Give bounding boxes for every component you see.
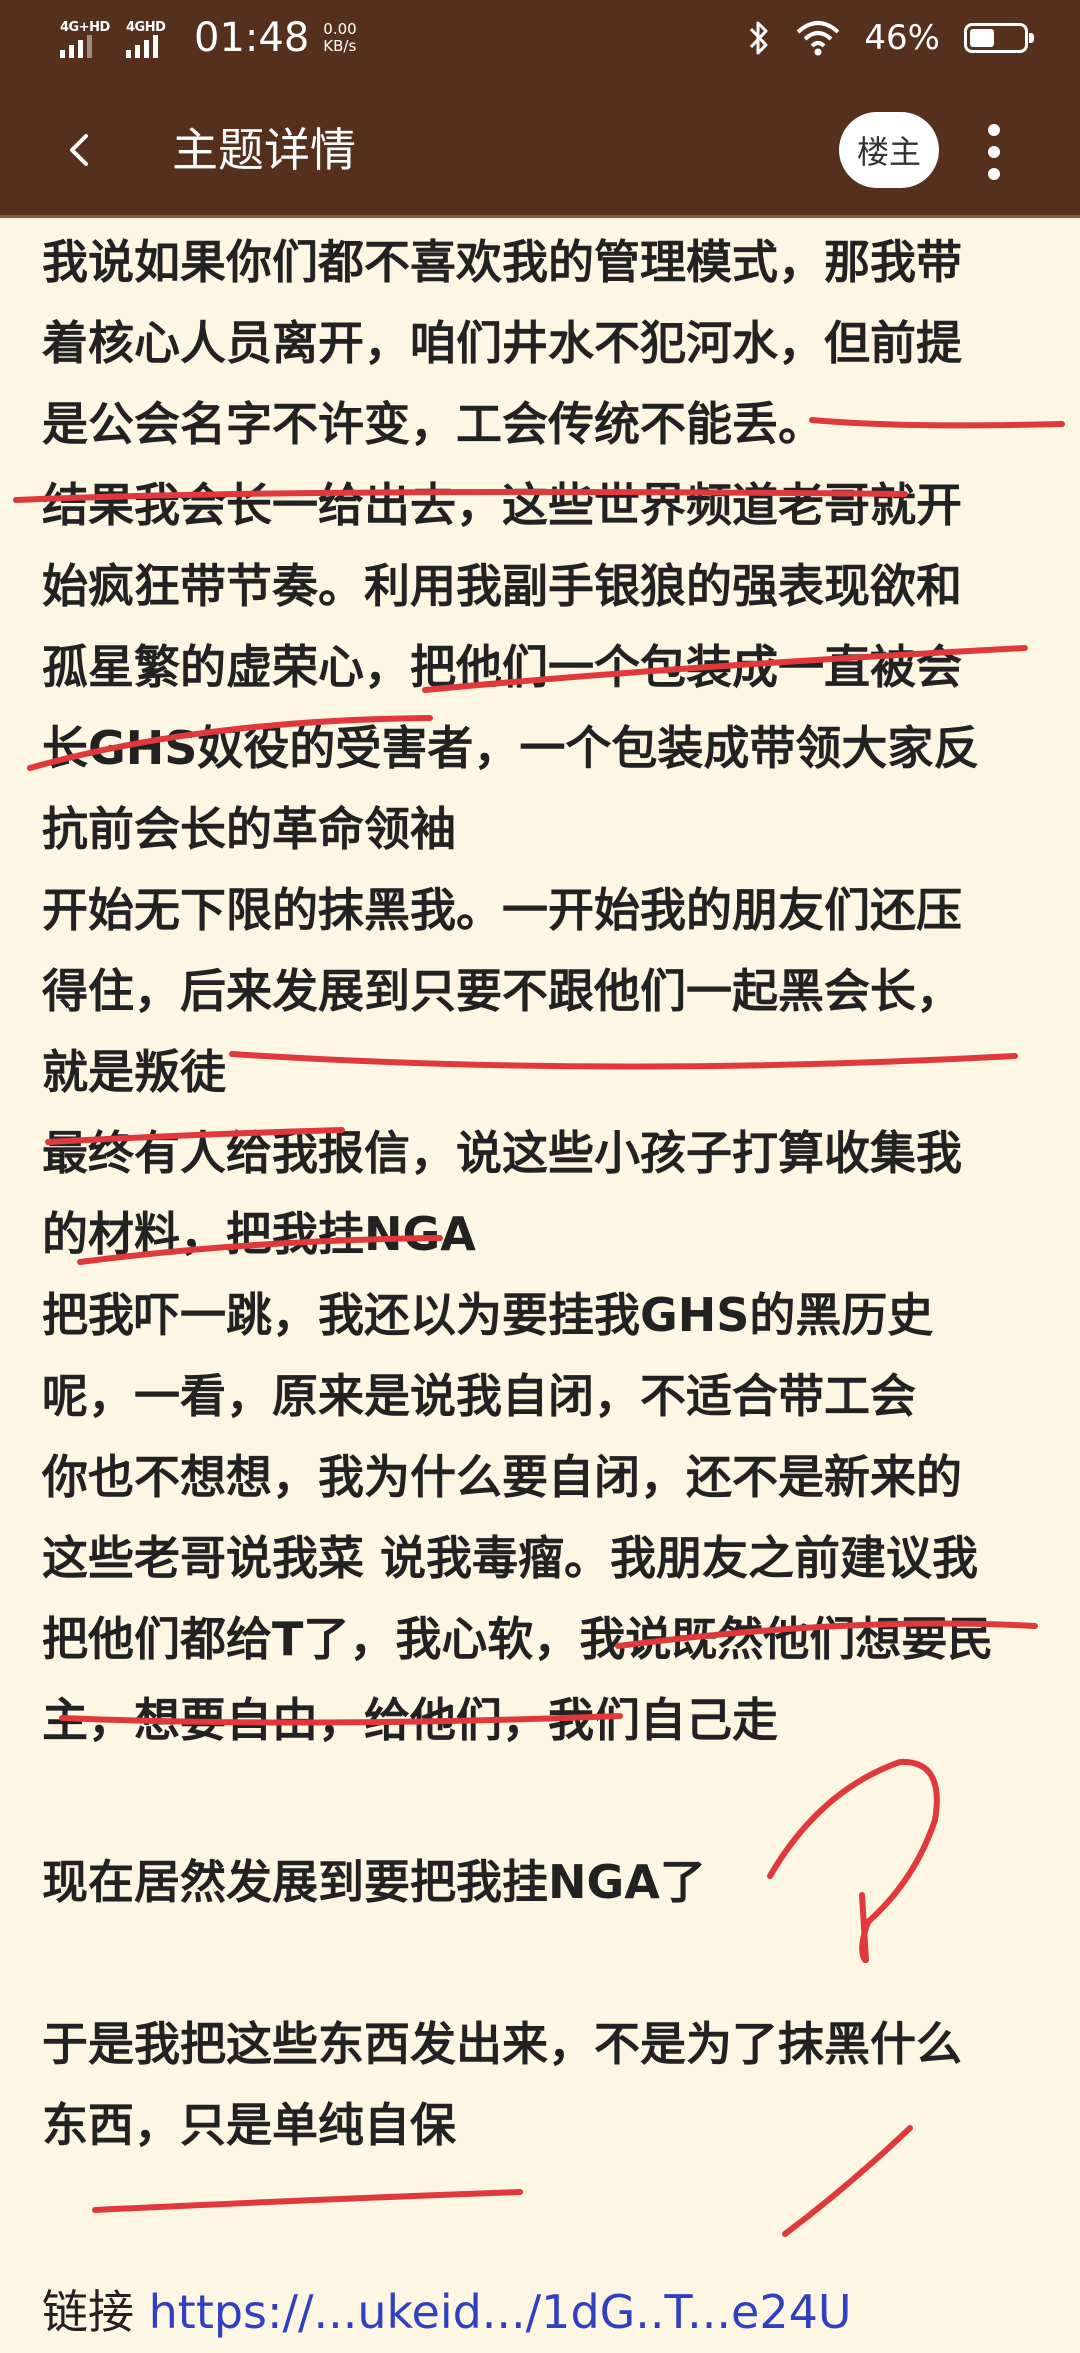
status-bar: 4G+HD 4GHD 01:48 0.00 KB/s 46% bbox=[0, 0, 1080, 82]
wifi-icon bbox=[797, 21, 840, 56]
status-right: 46% bbox=[746, 18, 1034, 58]
post-line bbox=[42, 1761, 1052, 1842]
post-line bbox=[42, 1923, 1052, 2004]
post-line: 抗前会长的革命领袖 bbox=[42, 802, 456, 856]
post-link-row: 链接 https://...ukeid.../1dG..T...e24U bbox=[42, 2272, 852, 2353]
post-line: 这些老哥说我菜 说我毒瘤。我朋友之前建议我 bbox=[42, 1531, 979, 1585]
post-line: 你也不想想，我为什么要自闭，还不是新来的 bbox=[42, 1450, 962, 1504]
underline-mark bbox=[92, 2189, 523, 2213]
network-label-2: 4GHD bbox=[126, 20, 166, 35]
post-line: 开始无下限的抹黑我。一开始我的朋友们还压 bbox=[42, 883, 962, 937]
post-line: 我说如果你们都不喜欢我的管理模式，那我带 bbox=[42, 235, 962, 289]
post-line: 把我吓一跳，我还以为要挂我GHS的黑历史 bbox=[42, 1288, 934, 1342]
post-line: 最终有人给我报信，说这些小孩子打算收集我 bbox=[42, 1126, 962, 1180]
post-line: 把他们都给T了，我心软，我说既然他们想要民 bbox=[42, 1612, 994, 1666]
post-line: 始疯狂带节奏。利用我副手银狼的强表现欲和 bbox=[42, 559, 962, 613]
page-title: 主题详情 bbox=[172, 123, 356, 177]
more-vert-icon[interactable] bbox=[970, 116, 1018, 188]
clock: 01:48 bbox=[194, 15, 310, 61]
status-left: 4G+HD 4GHD 01:48 0.00 KB/s bbox=[58, 14, 357, 62]
network-label-1: 4G+HD bbox=[60, 20, 110, 35]
post-line: 就是叛徒 bbox=[42, 1045, 226, 1099]
post-line: 现在居然发展到要把我挂NGA了 bbox=[42, 1855, 706, 1909]
post-link[interactable]: https://...ukeid.../1dG..T...e24U bbox=[149, 2285, 852, 2339]
back-arrow-icon[interactable] bbox=[56, 122, 104, 178]
speed-value: 0.00 bbox=[323, 20, 357, 38]
app-bar: 主题详情 楼主 bbox=[0, 82, 1080, 218]
signal-icon: 4G+HD bbox=[58, 14, 114, 62]
post-line: 主，想要自由，给他们，我们自己走 bbox=[42, 1693, 778, 1747]
post-line: 长GHS奴役的受害者，一个包装成带领大家反 bbox=[42, 721, 980, 775]
post-line: 孤星繁的虚荣心，把他们一个包装成一直被会 bbox=[42, 640, 962, 694]
post-line: 结果我会长一给出去，这些世界频道老哥就开 bbox=[42, 478, 962, 532]
battery-percent: 46% bbox=[864, 18, 940, 58]
post-line: 呢，一看，原来是说我自闭，不适合带工会 bbox=[42, 1369, 916, 1423]
post-line: 是公会名字不许变，工会传统不能丢。 bbox=[42, 397, 824, 451]
post-line: 着核心人员离开，咱们井水不犯河水，但前提 bbox=[42, 316, 962, 370]
speed-unit: KB/s bbox=[323, 37, 357, 55]
op-only-button[interactable]: 楼主 bbox=[839, 112, 939, 188]
post-line: 得住，后来发展到只要不跟他们一起黑会长， bbox=[42, 964, 962, 1018]
signal-icon-2: 4GHD bbox=[124, 14, 180, 62]
battery-icon bbox=[964, 23, 1034, 53]
link-label: 链接 bbox=[42, 2285, 134, 2339]
post-line: 东西，只是单纯自保 bbox=[42, 2098, 456, 2152]
post-line: 的材料，把我挂NGA bbox=[42, 1207, 476, 1261]
post-line: 于是我把这些东西发出来，不是为了抹黑什么 bbox=[42, 2017, 962, 2071]
post-body: 我说如果你们都不喜欢我的管理模式，那我带 着核心人员离开，咱们井水不犯河水，但前提… bbox=[42, 222, 1052, 2166]
bluetooth-icon bbox=[750, 21, 768, 55]
network-speed: 0.00 KB/s bbox=[323, 21, 356, 55]
